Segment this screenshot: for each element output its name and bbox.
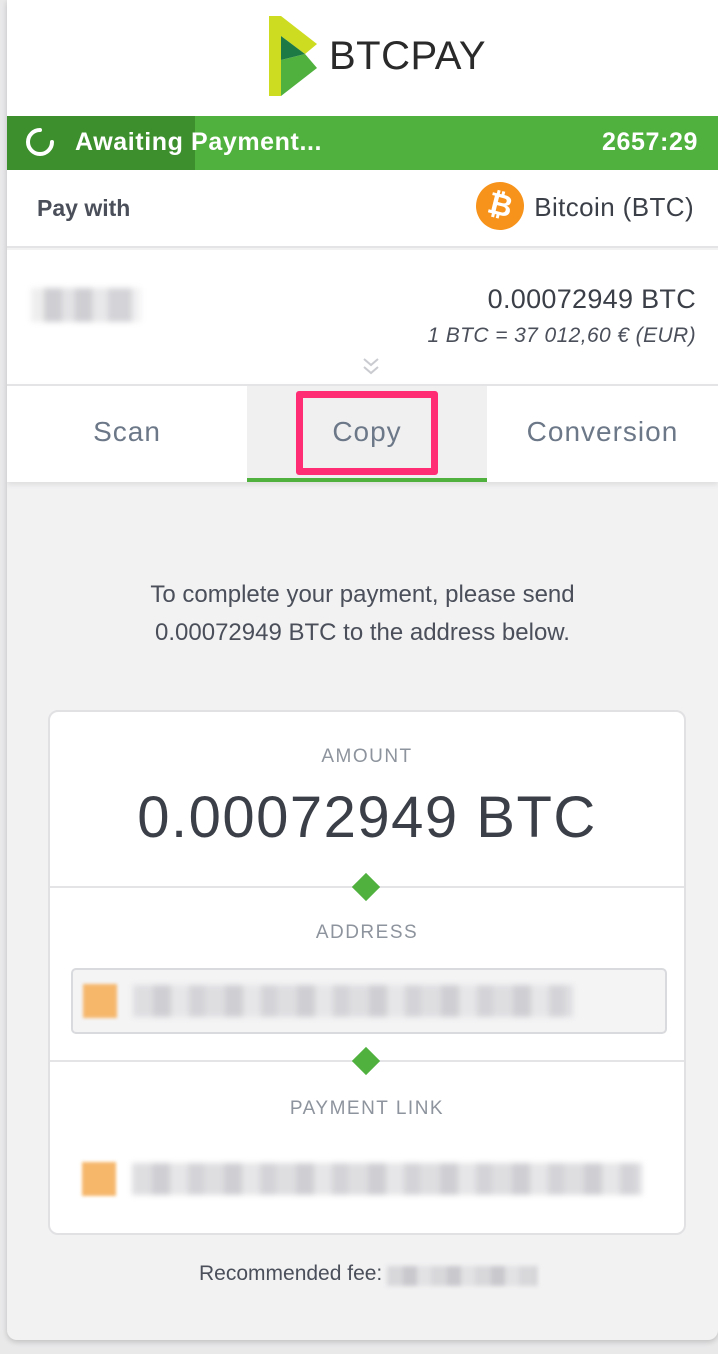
- chevron-double-down-icon[interactable]: [359, 356, 383, 378]
- instructions-line-2: 0.00072949 BTC to the address below.: [155, 619, 570, 646]
- merchant-name-blurred: [31, 288, 141, 322]
- tab-scan[interactable]: Scan: [7, 386, 247, 482]
- exchange-rate: 1 BTC = 37 012,60 € (EUR): [427, 324, 696, 347]
- summary-amount: 0.00072949 BTC: [487, 284, 696, 314]
- payment-link-label: PAYMENT LINK: [289, 1098, 445, 1119]
- pay-with-row[interactable]: Pay with ₿ Bitcoin (BTC): [7, 170, 718, 248]
- amount-summary[interactable]: 0.00072949 BTC 1 BTC = 37 012,60 € (EUR): [7, 250, 718, 384]
- pay-with-label: Pay with: [37, 195, 131, 221]
- btcpay-logo-icon: [269, 16, 317, 96]
- fee-label: Recommended fee:: [199, 1262, 383, 1285]
- spinner-icon: [26, 128, 54, 156]
- instructions-line-1: To complete your payment, please send: [150, 581, 575, 608]
- brand-name: BTCPAY: [329, 34, 487, 78]
- status-text: Awaiting Payment...: [75, 128, 323, 156]
- copy-panel: AMOUNT 0.00072949 BTC ADDRESS PAYMENT LI…: [48, 710, 686, 1235]
- address-icon-blurred: [83, 984, 117, 1018]
- diamond-icon: [351, 872, 381, 902]
- header: BTCPAY: [7, 0, 718, 116]
- tab-conversion[interactable]: Conversion: [487, 386, 718, 482]
- address-value-blurred: [133, 985, 573, 1017]
- checkout-card: BTCPAY Awaiting Payment... 2657:29 Pay w…: [7, 0, 718, 1340]
- diamond-icon: [351, 1046, 381, 1076]
- btcpay-logo: BTCPAY: [265, 14, 486, 98]
- payment-link-icon-blurred: [82, 1162, 116, 1196]
- status-bar: Awaiting Payment... 2657:29: [7, 116, 718, 170]
- amount-label: AMOUNT: [321, 746, 413, 767]
- fee-value-blurred: [387, 1266, 537, 1286]
- payment-instructions: To complete your payment, please send 0.…: [7, 576, 718, 652]
- countdown-timer: 2657:29: [602, 128, 698, 156]
- address-label: ADDRESS: [315, 922, 419, 943]
- amount-value[interactable]: 0.00072949 BTC: [50, 784, 684, 851]
- currency-selector[interactable]: Bitcoin (BTC): [534, 192, 694, 223]
- payment-tabs: Scan Copy Conversion: [7, 384, 718, 482]
- bitcoin-icon: ₿: [470, 176, 530, 236]
- address-field[interactable]: [71, 968, 667, 1034]
- payment-link-blurred[interactable]: [132, 1163, 642, 1195]
- copy-tab-highlight: [296, 391, 438, 475]
